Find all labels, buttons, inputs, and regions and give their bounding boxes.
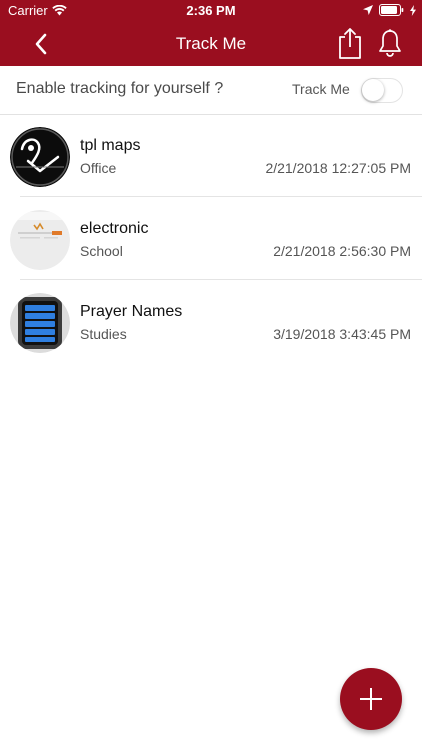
item-name: tpl maps: [80, 137, 141, 154]
track-me-toggle[interactable]: [361, 78, 403, 103]
notification-button[interactable]: [376, 28, 404, 58]
plus-icon: [360, 688, 382, 710]
status-right-icons: [363, 4, 416, 16]
row-divider: [20, 196, 422, 197]
item-name: Prayer Names: [80, 303, 183, 320]
tracking-row: Enable tracking for yourself ? Track Me: [0, 66, 422, 115]
item-name: electronic: [80, 220, 149, 237]
item-date: 2/21/2018 2:56:30 PM: [273, 243, 411, 259]
battery-icon: [379, 4, 404, 16]
toggle-knob: [362, 79, 384, 101]
screen: Carrier 2:36 PM Track Me Enable tracking…: [0, 0, 422, 750]
list-item[interactable]: Prayer Names Studies 3/19/2018 3:43:45 P…: [0, 281, 422, 363]
share-icon: [339, 28, 361, 59]
item-category: Office: [80, 160, 117, 176]
list-item[interactable]: tpl maps Office 2/21/2018 12:27:05 PM: [0, 115, 422, 197]
location-arrow-icon: [363, 5, 373, 15]
tracking-prompt: Enable tracking for yourself ?: [16, 80, 224, 97]
smartwatch-thumbnail: [10, 293, 70, 353]
add-button[interactable]: [340, 668, 402, 730]
list-item[interactable]: electronic School 2/21/2018 2:56:30 PM: [0, 198, 422, 280]
item-date: 2/21/2018 12:27:05 PM: [265, 160, 411, 176]
row-divider: [20, 279, 422, 280]
item-category: School: [80, 243, 123, 259]
status-bar: Carrier 2:36 PM: [0, 0, 422, 22]
web-page-thumbnail: [10, 210, 70, 270]
top-bar: Carrier 2:36 PM Track Me: [0, 0, 422, 66]
bell-icon: [379, 29, 401, 57]
charging-icon: [410, 4, 416, 16]
item-category: Studies: [80, 326, 127, 342]
track-me-label: Track Me: [292, 81, 350, 97]
share-button[interactable]: [336, 26, 364, 60]
nav-bar: Track Me: [0, 22, 422, 66]
status-time: 2:36 PM: [186, 3, 236, 18]
map-pin-thumbnail: [10, 127, 70, 187]
item-date: 3/19/2018 3:43:45 PM: [273, 326, 411, 342]
